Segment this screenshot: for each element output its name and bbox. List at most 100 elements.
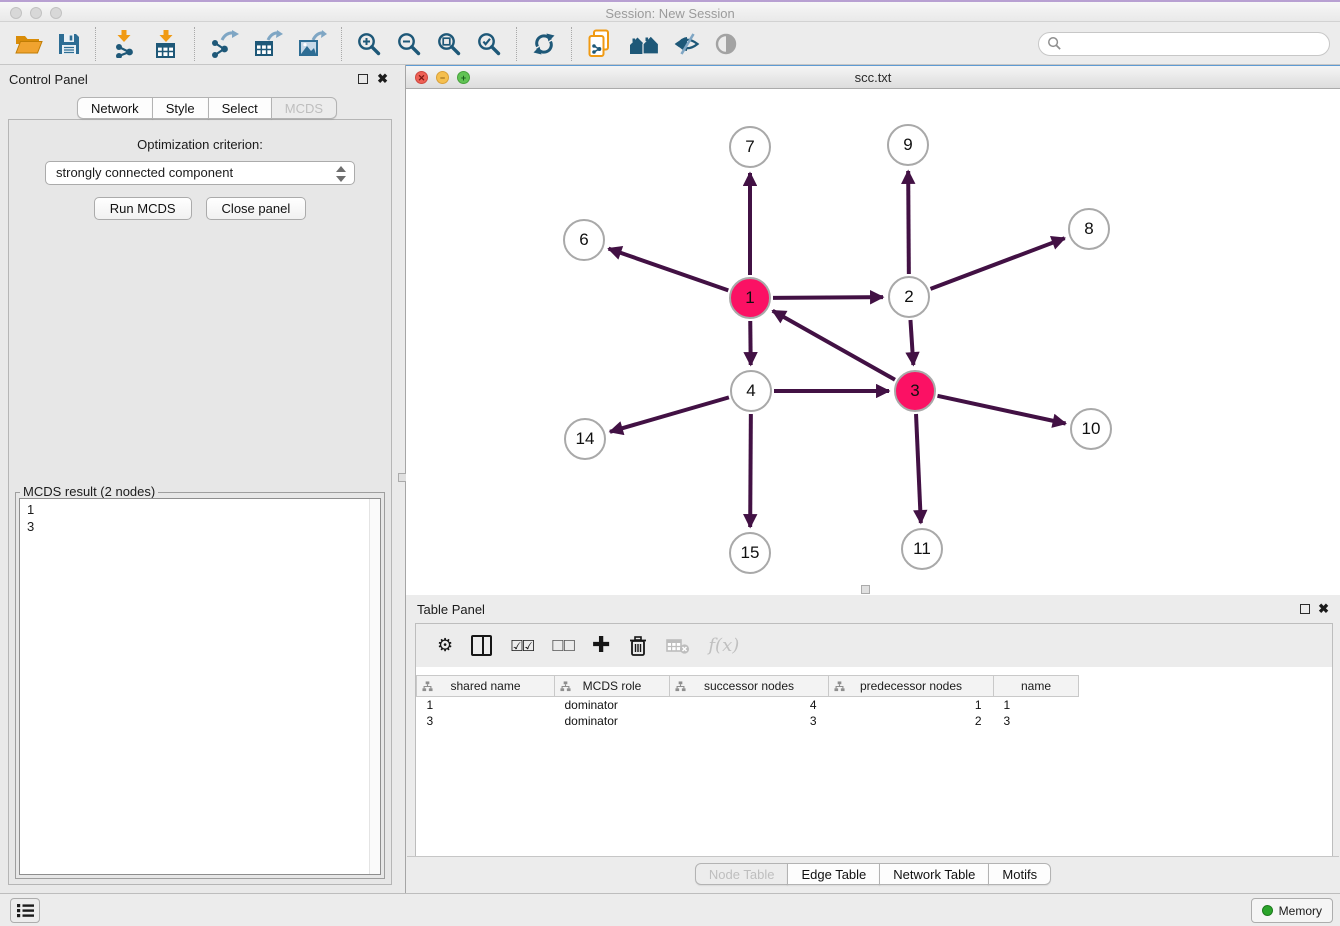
graph-edge-4-15[interactable] bbox=[750, 414, 751, 527]
delete-column-button[interactable] bbox=[628, 635, 648, 657]
tab-network-table[interactable]: Network Table bbox=[879, 863, 989, 885]
new-network-from-file-button[interactable] bbox=[586, 29, 614, 59]
column-header-shared-name[interactable]: shared name bbox=[417, 676, 555, 697]
column-header-MCDS-role[interactable]: MCDS role bbox=[555, 676, 670, 697]
zoom-out-button[interactable] bbox=[396, 31, 422, 57]
graph-edge-3-11[interactable] bbox=[916, 414, 921, 523]
task-history-button[interactable] bbox=[10, 898, 40, 923]
search-input[interactable] bbox=[1062, 36, 1321, 51]
zoom-fit-button[interactable] bbox=[436, 31, 462, 57]
table-row[interactable]: 3dominator323 bbox=[417, 713, 1079, 729]
table-row[interactable]: 1dominator411 bbox=[417, 697, 1079, 713]
toolbar-separator bbox=[571, 27, 572, 61]
tab-node-table[interactable]: Node Table bbox=[695, 863, 789, 885]
zoom-in-button[interactable] bbox=[356, 31, 382, 57]
table-settings-button[interactable]: ⚙ bbox=[437, 635, 453, 656]
column-header-predecessor-nodes[interactable]: predecessor nodes bbox=[829, 676, 994, 697]
graph-node-9[interactable]: 9 bbox=[887, 124, 929, 166]
table-cell[interactable]: 1 bbox=[417, 697, 555, 713]
mcds-result-area[interactable]: 1 3 bbox=[19, 498, 381, 875]
graph-node-10[interactable]: 10 bbox=[1070, 408, 1112, 450]
table-panel-title: Table Panel bbox=[417, 602, 485, 617]
memory-button[interactable]: Memory bbox=[1251, 898, 1333, 923]
network-window-titlebar[interactable]: ✕ − + scc.txt bbox=[406, 65, 1340, 89]
tab-style[interactable]: Style bbox=[152, 97, 209, 119]
tab-mcds[interactable]: MCDS bbox=[271, 97, 337, 119]
apply-layout-button[interactable] bbox=[531, 31, 557, 57]
select-all-columns-button[interactable]: ☑☑ bbox=[510, 637, 533, 655]
table-cell[interactable]: 3 bbox=[670, 713, 829, 729]
unselect-all-columns-button[interactable]: ☐☐ bbox=[551, 637, 574, 655]
graph-edge-2-8[interactable] bbox=[931, 238, 1065, 289]
graph-node-4[interactable]: 4 bbox=[730, 370, 772, 412]
table-cell[interactable]: 1 bbox=[829, 697, 994, 713]
graph-node-14[interactable]: 14 bbox=[564, 418, 606, 460]
tab-edge-table[interactable]: Edge Table bbox=[787, 863, 880, 885]
graph-node-1[interactable]: 1 bbox=[729, 277, 771, 319]
column-header-name[interactable]: name bbox=[994, 676, 1079, 697]
network-canvas[interactable]: 7 9 6 8 1 2 4 3 14 10 15 11 bbox=[406, 90, 1340, 595]
tab-select[interactable]: Select bbox=[208, 97, 272, 119]
show-column-button[interactable] bbox=[471, 635, 492, 656]
mcds-result-text: 1 3 bbox=[20, 499, 380, 535]
mcds-result-legend: MCDS result (2 nodes) bbox=[20, 484, 158, 499]
table-cell[interactable]: 3 bbox=[994, 713, 1079, 729]
table-cell[interactable]: 2 bbox=[829, 713, 994, 729]
node-table-container: ⚙ ☑☑ ☐☐ ✚ bbox=[415, 623, 1333, 857]
graph-node-6[interactable]: 6 bbox=[563, 219, 605, 261]
app-titlebar: Session: New Session bbox=[0, 0, 1340, 22]
table-cell[interactable]: 1 bbox=[994, 697, 1079, 713]
import-network-button[interactable] bbox=[110, 30, 138, 58]
graph-node-11[interactable]: 11 bbox=[901, 528, 943, 570]
open-session-button[interactable] bbox=[15, 32, 43, 56]
scrollbar[interactable] bbox=[369, 499, 380, 874]
graph-edge-3-10[interactable] bbox=[937, 396, 1065, 424]
table-cell[interactable]: dominator bbox=[555, 713, 670, 729]
save-session-button[interactable] bbox=[57, 32, 81, 56]
criterion-select[interactable]: strongly connected component bbox=[45, 161, 355, 185]
memory-status-icon bbox=[1262, 905, 1273, 916]
trash-icon bbox=[628, 635, 648, 657]
graph-node-7[interactable]: 7 bbox=[729, 126, 771, 168]
zoom-selected-button[interactable] bbox=[476, 31, 502, 57]
toolbar-separator bbox=[341, 27, 342, 61]
float-panel-icon[interactable] bbox=[1300, 604, 1310, 614]
graph-edge-1-2[interactable] bbox=[773, 297, 883, 298]
graph-edge-1-6[interactable] bbox=[609, 249, 729, 291]
export-image-button[interactable] bbox=[297, 30, 327, 58]
graph-node-15[interactable]: 15 bbox=[729, 532, 771, 574]
delete-table-button[interactable] bbox=[666, 637, 690, 655]
graph-edge-4-14[interactable] bbox=[610, 397, 729, 431]
close-panel-icon[interactable]: ✖ bbox=[1318, 601, 1329, 617]
float-panel-icon[interactable] bbox=[358, 74, 368, 84]
tab-network[interactable]: Network bbox=[77, 97, 153, 119]
hub-analysis-button[interactable] bbox=[628, 32, 660, 56]
graph-edge-2-9[interactable] bbox=[908, 171, 909, 274]
search-field[interactable] bbox=[1038, 32, 1330, 56]
graph-node-3[interactable]: 3 bbox=[894, 370, 936, 412]
table-cell[interactable]: 4 bbox=[670, 697, 829, 713]
import-table-button[interactable] bbox=[152, 30, 180, 58]
node-table[interactable]: shared nameMCDS rolesuccessor nodesprede… bbox=[416, 675, 1079, 729]
toolbar-separator bbox=[194, 27, 195, 61]
export-network-button[interactable] bbox=[209, 30, 239, 58]
show-elements-button[interactable] bbox=[714, 32, 738, 56]
column-header-successor-nodes[interactable]: successor nodes bbox=[670, 676, 829, 697]
graph-edge-3-1[interactable] bbox=[773, 311, 895, 380]
table-cell[interactable]: 3 bbox=[417, 713, 555, 729]
close-panel-button[interactable]: Close panel bbox=[206, 197, 307, 220]
function-builder-button[interactable]: f(x) bbox=[708, 635, 739, 656]
tab-motifs[interactable]: Motifs bbox=[988, 863, 1051, 885]
export-table-button[interactable] bbox=[253, 30, 283, 58]
hide-elements-button[interactable] bbox=[674, 31, 700, 57]
add-column-button[interactable]: ✚ bbox=[592, 633, 610, 658]
run-mcds-button[interactable]: Run MCDS bbox=[94, 197, 192, 220]
close-panel-icon[interactable]: ✖ bbox=[377, 71, 388, 87]
splitter-handle[interactable] bbox=[861, 585, 870, 594]
graph-node-2[interactable]: 2 bbox=[888, 276, 930, 318]
graph-edge-2-3[interactable] bbox=[910, 320, 913, 365]
column-icon bbox=[471, 635, 492, 656]
eye-icon bbox=[714, 32, 738, 56]
table-cell[interactable]: dominator bbox=[555, 697, 670, 713]
graph-node-8[interactable]: 8 bbox=[1068, 208, 1110, 250]
